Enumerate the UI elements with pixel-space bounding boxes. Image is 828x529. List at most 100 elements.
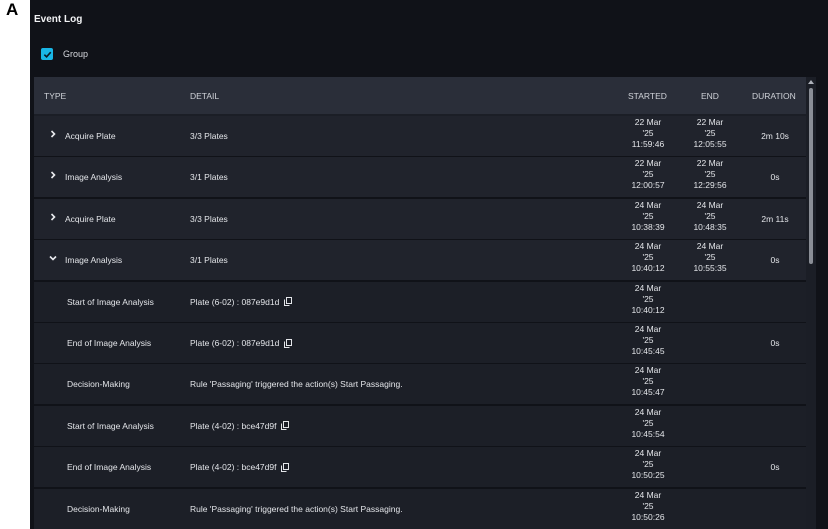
started-timestamp-line: 10:50:25 [631, 470, 665, 481]
group-toggle[interactable]: Group [41, 48, 88, 60]
copy-icon[interactable] [281, 462, 290, 472]
started-timestamp-line: 24 Mar [634, 282, 662, 293]
detail-cell: Plate (4-02) : bce47d9f [190, 420, 290, 431]
started-timestamp-line: '25 [642, 335, 654, 345]
detail-cell: Rule 'Passaging' triggered the action(s)… [190, 504, 403, 514]
started-timestamp-line: 22 Mar [634, 158, 662, 169]
started-timestamp-line: 12:00:57 [631, 180, 665, 191]
detail-text: 3/3 Plates [190, 131, 228, 141]
type-cell: End of Image Analysis [67, 462, 152, 473]
end-timestamp-line: 12:29:56 [693, 180, 727, 191]
end-timestamp-line: 24 Mar [696, 241, 724, 252]
detail-text: Plate (4-02) : bce47d9f [190, 462, 277, 473]
table-row[interactable]: Image Analysis 3/1 Plates 22 Mar '25 12:00:5… [34, 157, 806, 200]
started-timestamp-line: 24 Mar [634, 365, 662, 376]
type-cell: Image Analysis [65, 255, 123, 266]
started-timestamp-line: 24 Mar [634, 489, 662, 500]
started-timestamp-line: 10:40:12 [631, 263, 665, 274]
event-log-window: Event Log Group TYPE DETAIL STARTED END … [30, 0, 828, 529]
column-type[interactable]: TYPE [44, 91, 66, 101]
end-timestamp-line: 22 Mar [696, 117, 724, 127]
started-timestamp: 22 Mar '25 12:00:57 [618, 158, 678, 191]
end-timestamp: 22 Mar '25 12:05:55 [680, 117, 740, 150]
page-title: Event Log [34, 14, 83, 25]
table-row[interactable]: Acquire Plate 3/3 Plates 24 Mar '25 10:38:39… [34, 198, 806, 241]
table-row-child[interactable]: Decision-Making Rule 'Passaging' triggere… [34, 364, 806, 407]
detail-cell: 3/1 Plates [190, 172, 228, 182]
type-cell: Acquire Plate [65, 131, 116, 141]
group-checkbox[interactable] [41, 48, 53, 60]
started-timestamp-line: 10:40:12 [631, 304, 665, 315]
copy-icon[interactable] [284, 297, 293, 307]
end-timestamp-line: 24 Mar [696, 199, 724, 210]
vertical-scrollbar[interactable] [806, 77, 816, 529]
started-timestamp-line: 11:59:46 [631, 139, 665, 149]
detail-cell: Plate (6-02) : 087e9d1d [190, 297, 293, 307]
type-cell: Start of Image Analysis [67, 296, 154, 307]
detail-cell: Plate (6-02) : 087e9d1d [190, 338, 293, 348]
table-header: TYPE DETAIL STARTED END DURATION [34, 77, 806, 114]
started-timestamp-line: 24 Mar [634, 241, 662, 252]
chevron-right-icon[interactable] [48, 170, 58, 180]
type-cell: Acquire Plate [65, 213, 116, 224]
duration-cell: 0s [770, 462, 780, 473]
detail-text: 3/1 Plates [190, 255, 228, 266]
column-end[interactable]: END [701, 91, 719, 101]
type-cell: Start of Image Analysis [67, 420, 154, 431]
started-timestamp-line: 10:38:39 [631, 221, 665, 232]
chevron-right-icon[interactable] [48, 129, 58, 139]
started-timestamp-line: 24 Mar [634, 199, 662, 210]
table-row[interactable]: Acquire Plate 3/3 Plates 22 Mar '25 11:59:46… [34, 116, 806, 158]
table-row-child[interactable]: End of Image Analysis Plate (4-02) : bce4… [34, 447, 806, 490]
end-timestamp-line: 10:55:35 [693, 263, 727, 274]
started-timestamp-line: 24 Mar [634, 324, 662, 334]
started-timestamp: 24 Mar '25 10:50:25 [618, 448, 678, 481]
copy-icon[interactable] [281, 421, 290, 431]
duration-cell: 2m 11s [761, 213, 789, 224]
table-row-child[interactable]: Start of Image Analysis Plate (6-02) : 08… [34, 281, 806, 324]
end-timestamp: 22 Mar '25 12:29:56 [680, 158, 740, 191]
started-timestamp-line: 22 Mar [634, 117, 662, 127]
end-timestamp-line: '25 [704, 128, 716, 138]
started-timestamp: 22 Mar '25 11:59:46 [618, 117, 678, 150]
started-timestamp-line: '25 [642, 500, 654, 511]
column-detail[interactable]: DETAIL [190, 91, 219, 101]
started-timestamp: 24 Mar '25 10:50:26 [618, 490, 678, 523]
started-timestamp-line: '25 [642, 459, 654, 470]
end-timestamp-line: '25 [704, 210, 716, 221]
detail-cell: 3/3 Plates [190, 214, 228, 224]
started-timestamp-line: 10:45:47 [631, 387, 665, 398]
scroll-up-arrow-icon[interactable] [808, 80, 814, 84]
table-row-child[interactable]: Decision-Making Rule 'Passaging' triggere… [34, 488, 806, 529]
started-timestamp: 24 Mar '25 10:40:12 [618, 283, 678, 316]
table-row-child[interactable]: Start of Image Analysis Plate (4-02) : bc… [34, 405, 806, 448]
table-row-child[interactable]: End of Image Analysis Plate (6-02) : 087e… [34, 323, 806, 365]
scroll-thumb[interactable] [809, 88, 813, 264]
detail-text: 3/3 Plates [190, 213, 228, 224]
started-timestamp-line: '25 [642, 376, 654, 387]
started-timestamp-line: '25 [642, 128, 654, 138]
started-timestamp: 24 Mar '25 10:40:12 [618, 241, 678, 274]
started-timestamp-line: '25 [642, 417, 654, 428]
started-timestamp: 24 Mar '25 10:45:54 [618, 407, 678, 440]
detail-text: Plate (6-02) : 087e9d1d [190, 338, 280, 348]
chevron-down-icon[interactable] [48, 253, 58, 263]
detail-cell: 3/3 Plates [190, 131, 228, 141]
copy-icon[interactable] [284, 338, 293, 348]
detail-text: Plate (4-02) : bce47d9f [190, 420, 277, 431]
started-timestamp: 24 Mar '25 10:45:45 [618, 324, 678, 357]
table-row[interactable]: Image Analysis 3/1 Plates 24 Mar '25 10:40:1… [34, 240, 806, 283]
detail-text: Rule 'Passaging' triggered the action(s)… [190, 379, 403, 390]
chevron-right-icon[interactable] [48, 212, 58, 222]
started-timestamp-line: 10:45:45 [631, 346, 665, 356]
column-duration[interactable]: DURATION [752, 91, 796, 101]
event-table: TYPE DETAIL STARTED END DURATION Acquire… [34, 77, 806, 529]
end-timestamp-line: '25 [704, 252, 716, 263]
detail-text: Rule 'Passaging' triggered the action(s)… [190, 503, 403, 514]
end-timestamp-line: 22 Mar [696, 158, 724, 169]
end-timestamp-line: '25 [704, 169, 716, 180]
column-started[interactable]: STARTED [628, 91, 667, 101]
panel-letter: A [6, 0, 19, 19]
type-cell: End of Image Analysis [67, 338, 152, 348]
check-icon [43, 51, 51, 58]
